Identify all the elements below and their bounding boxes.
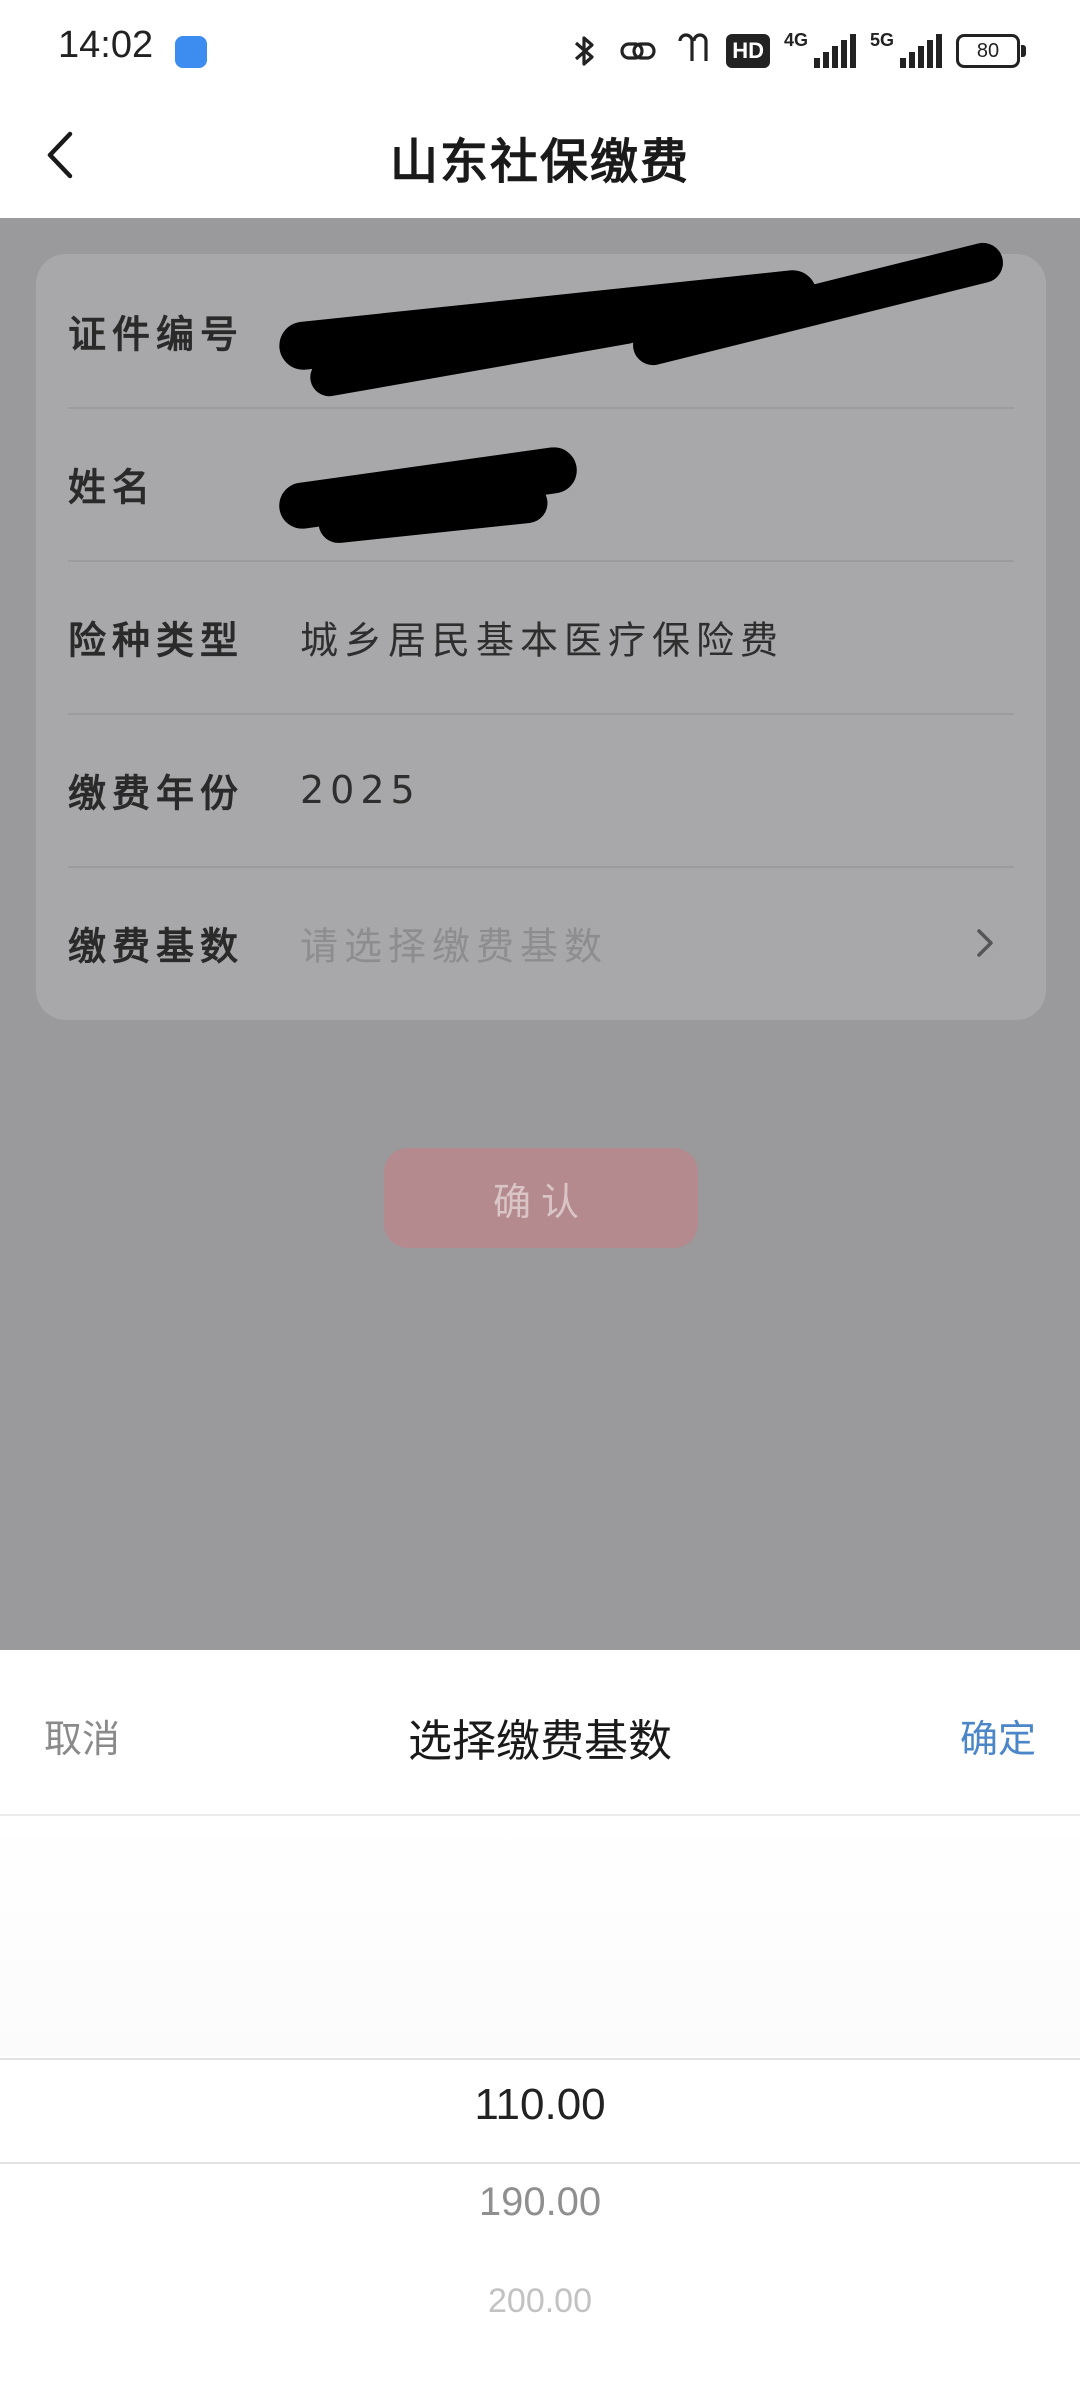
status-bar: 14:02 HD 4G 5G 80 [0,0,1080,100]
chevron-right-icon [977,928,993,957]
insurance-type-label: 险种类型 [68,618,245,662]
link-icon [620,42,656,60]
status-time: 14:02 [58,24,154,66]
picker-option[interactable]: 200.00 [0,2282,1080,2321]
payment-form-card: 证件编号 姓名 险种类型 城乡居民基本医疗保险费 缴费年份 2025 缴费基数 … [36,238,1046,1020]
payment-year-value: 2025 [300,767,421,812]
app-notification-icon [175,36,207,68]
page-title: 山东社保缴费 [389,134,690,190]
confirm-button[interactable]: 确认 [384,1148,698,1248]
status-icons: HD 4G 5G 80 [564,26,1026,76]
bluetooth-icon [575,36,594,66]
battery-icon: 80 [956,34,1026,68]
hd-voice-badge: HD [726,34,770,68]
payment-base-row[interactable]: 缴费基数 请选择缴费基数 [68,866,1014,1019]
payment-year-label: 缴费年份 [68,771,245,815]
picker-option[interactable]: 110.00 [0,2080,1080,2130]
picker-confirm-button[interactable]: 确定 [960,1708,1036,1763]
picker-header: 取消 选择缴费基数 确定 [0,1650,1080,1816]
payment-base-placeholder: 请选择缴费基数 [300,924,609,968]
picker-option[interactable]: 190.00 [0,2180,1080,2225]
network-4g-label: 4G [784,30,809,50]
id-number-label: 证件编号 [68,312,245,356]
picker-empty-area [0,1816,1080,2056]
signal-5g-icon: 5G [870,30,942,68]
earbuds-icon [678,33,708,61]
network-5g-label: 5G [870,30,895,50]
payment-base-label: 缴费基数 [68,924,245,968]
insurance-type-row: 险种类型 城乡居民基本医疗保险费 [68,560,1014,715]
insurance-type-value: 城乡居民基本医疗保险费 [300,618,785,662]
payment-year-row: 缴费年份 2025 [68,713,1014,868]
navigation-bar: 山东社保缴费 [0,100,1080,218]
name-row: 姓名 [68,407,1014,562]
signal-4g-icon: 4G [784,30,856,68]
name-label: 姓名 [68,465,157,509]
id-number-row: 证件编号 [68,238,1014,409]
picker-title: 选择缴费基数 [408,1716,672,1767]
